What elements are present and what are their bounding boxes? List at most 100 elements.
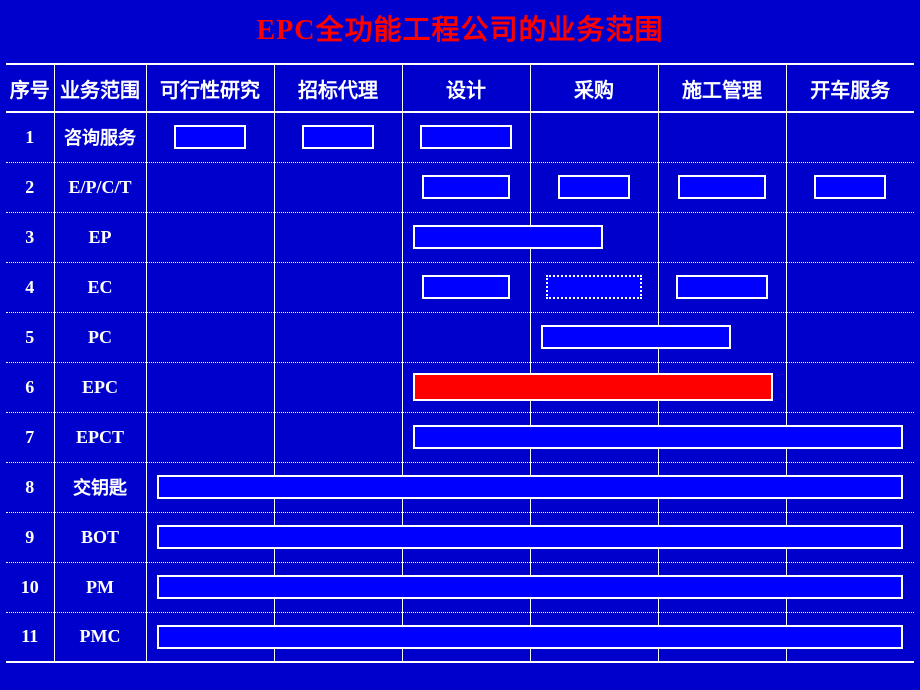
- cell-scope: EP: [54, 212, 146, 262]
- table-row: 9 BOT: [6, 512, 914, 562]
- scope-bar: [302, 125, 374, 149]
- header-bidding: 招标代理: [274, 64, 402, 112]
- cell-phase: [402, 562, 530, 612]
- cell-phase: [274, 162, 402, 212]
- cell-scope: BOT: [54, 512, 146, 562]
- cell-phase: [658, 262, 786, 312]
- cell-phase: [402, 112, 530, 162]
- scope-table: 序号 业务范围 可行性研究 招标代理 设计 采购 施工管理 开车服务 1 咨询服…: [6, 63, 914, 663]
- cell-phase: [146, 312, 274, 362]
- cell-phase: [658, 212, 786, 262]
- cell-phase: [786, 412, 914, 462]
- cell-phase: [402, 362, 530, 412]
- table-row: 11 PMC: [6, 612, 914, 662]
- table-row: 2 E/P/C/T: [6, 162, 914, 212]
- cell-phase: [146, 612, 274, 662]
- header-feasibility: 可行性研究: [146, 64, 274, 112]
- scope-bar: [814, 175, 886, 199]
- cell-phase: [402, 462, 530, 512]
- cell-scope: PMC: [54, 612, 146, 662]
- cell-phase: [402, 162, 530, 212]
- cell-phase: [274, 462, 402, 512]
- cell-phase: [530, 462, 658, 512]
- cell-seq: 1: [6, 112, 54, 162]
- cell-phase: [146, 262, 274, 312]
- cell-phase: [274, 212, 402, 262]
- cell-phase: [786, 162, 914, 212]
- scope-bar: [676, 275, 768, 299]
- cell-seq: 11: [6, 612, 54, 662]
- table-row: 8 交钥匙: [6, 462, 914, 512]
- cell-phase: [274, 412, 402, 462]
- cell-scope: PM: [54, 562, 146, 612]
- scope-bar: [420, 125, 512, 149]
- cell-phase: [786, 562, 914, 612]
- cell-phase: [530, 262, 658, 312]
- cell-phase: [658, 362, 786, 412]
- cell-phase: [530, 162, 658, 212]
- cell-scope: PC: [54, 312, 146, 362]
- cell-phase: [146, 562, 274, 612]
- page-title: EPC全功能工程公司的业务范围: [0, 0, 920, 63]
- cell-phase: [658, 462, 786, 512]
- table-row: 7 EPCT: [6, 412, 914, 462]
- table-row: 5 PC: [6, 312, 914, 362]
- cell-seq: 5: [6, 312, 54, 362]
- scope-bar: [422, 275, 510, 299]
- cell-seq: 9: [6, 512, 54, 562]
- cell-seq: 3: [6, 212, 54, 262]
- cell-phase: [658, 162, 786, 212]
- cell-seq: 10: [6, 562, 54, 612]
- cell-seq: 6: [6, 362, 54, 412]
- cell-seq: 8: [6, 462, 54, 512]
- cell-phase: [146, 112, 274, 162]
- table-row: 10 PM: [6, 562, 914, 612]
- cell-phase: [274, 312, 402, 362]
- scope-bar: [422, 175, 510, 199]
- cell-phase: [402, 262, 530, 312]
- cell-phase: [402, 512, 530, 562]
- cell-phase: [658, 312, 786, 362]
- cell-phase: [530, 412, 658, 462]
- cell-seq: 7: [6, 412, 54, 462]
- cell-phase: [786, 312, 914, 362]
- cell-scope: EPCT: [54, 412, 146, 462]
- cell-phase: [274, 512, 402, 562]
- cell-seq: 4: [6, 262, 54, 312]
- cell-phase: [786, 612, 914, 662]
- cell-phase: [274, 562, 402, 612]
- table-row: 4 EC: [6, 262, 914, 312]
- cell-phase: [530, 512, 658, 562]
- cell-phase: [658, 412, 786, 462]
- scope-table-container: 序号 业务范围 可行性研究 招标代理 设计 采购 施工管理 开车服务 1 咨询服…: [0, 63, 920, 663]
- cell-phase: [274, 362, 402, 412]
- cell-phase: [658, 562, 786, 612]
- scope-bar: [174, 125, 246, 149]
- cell-phase: [402, 212, 530, 262]
- cell-phase: [658, 512, 786, 562]
- cell-phase: [274, 262, 402, 312]
- cell-phase: [530, 612, 658, 662]
- cell-phase: [530, 362, 658, 412]
- scope-bar-partial: [546, 275, 642, 299]
- cell-phase: [786, 262, 914, 312]
- cell-phase: [786, 512, 914, 562]
- cell-phase: [146, 412, 274, 462]
- header-construction: 施工管理: [658, 64, 786, 112]
- cell-phase: [530, 562, 658, 612]
- cell-phase: [658, 612, 786, 662]
- cell-scope: 交钥匙: [54, 462, 146, 512]
- header-row: 序号 业务范围 可行性研究 招标代理 设计 采购 施工管理 开车服务: [6, 64, 914, 112]
- cell-phase: [146, 512, 274, 562]
- cell-phase: [402, 612, 530, 662]
- cell-phase: [786, 462, 914, 512]
- cell-phase: [530, 212, 658, 262]
- cell-phase: [786, 212, 914, 262]
- cell-phase: [530, 112, 658, 162]
- cell-phase: [658, 112, 786, 162]
- cell-phase: [146, 462, 274, 512]
- cell-phase: [786, 112, 914, 162]
- table-row: 6 EPC: [6, 362, 914, 412]
- scope-bar: [558, 175, 630, 199]
- cell-phase: [146, 162, 274, 212]
